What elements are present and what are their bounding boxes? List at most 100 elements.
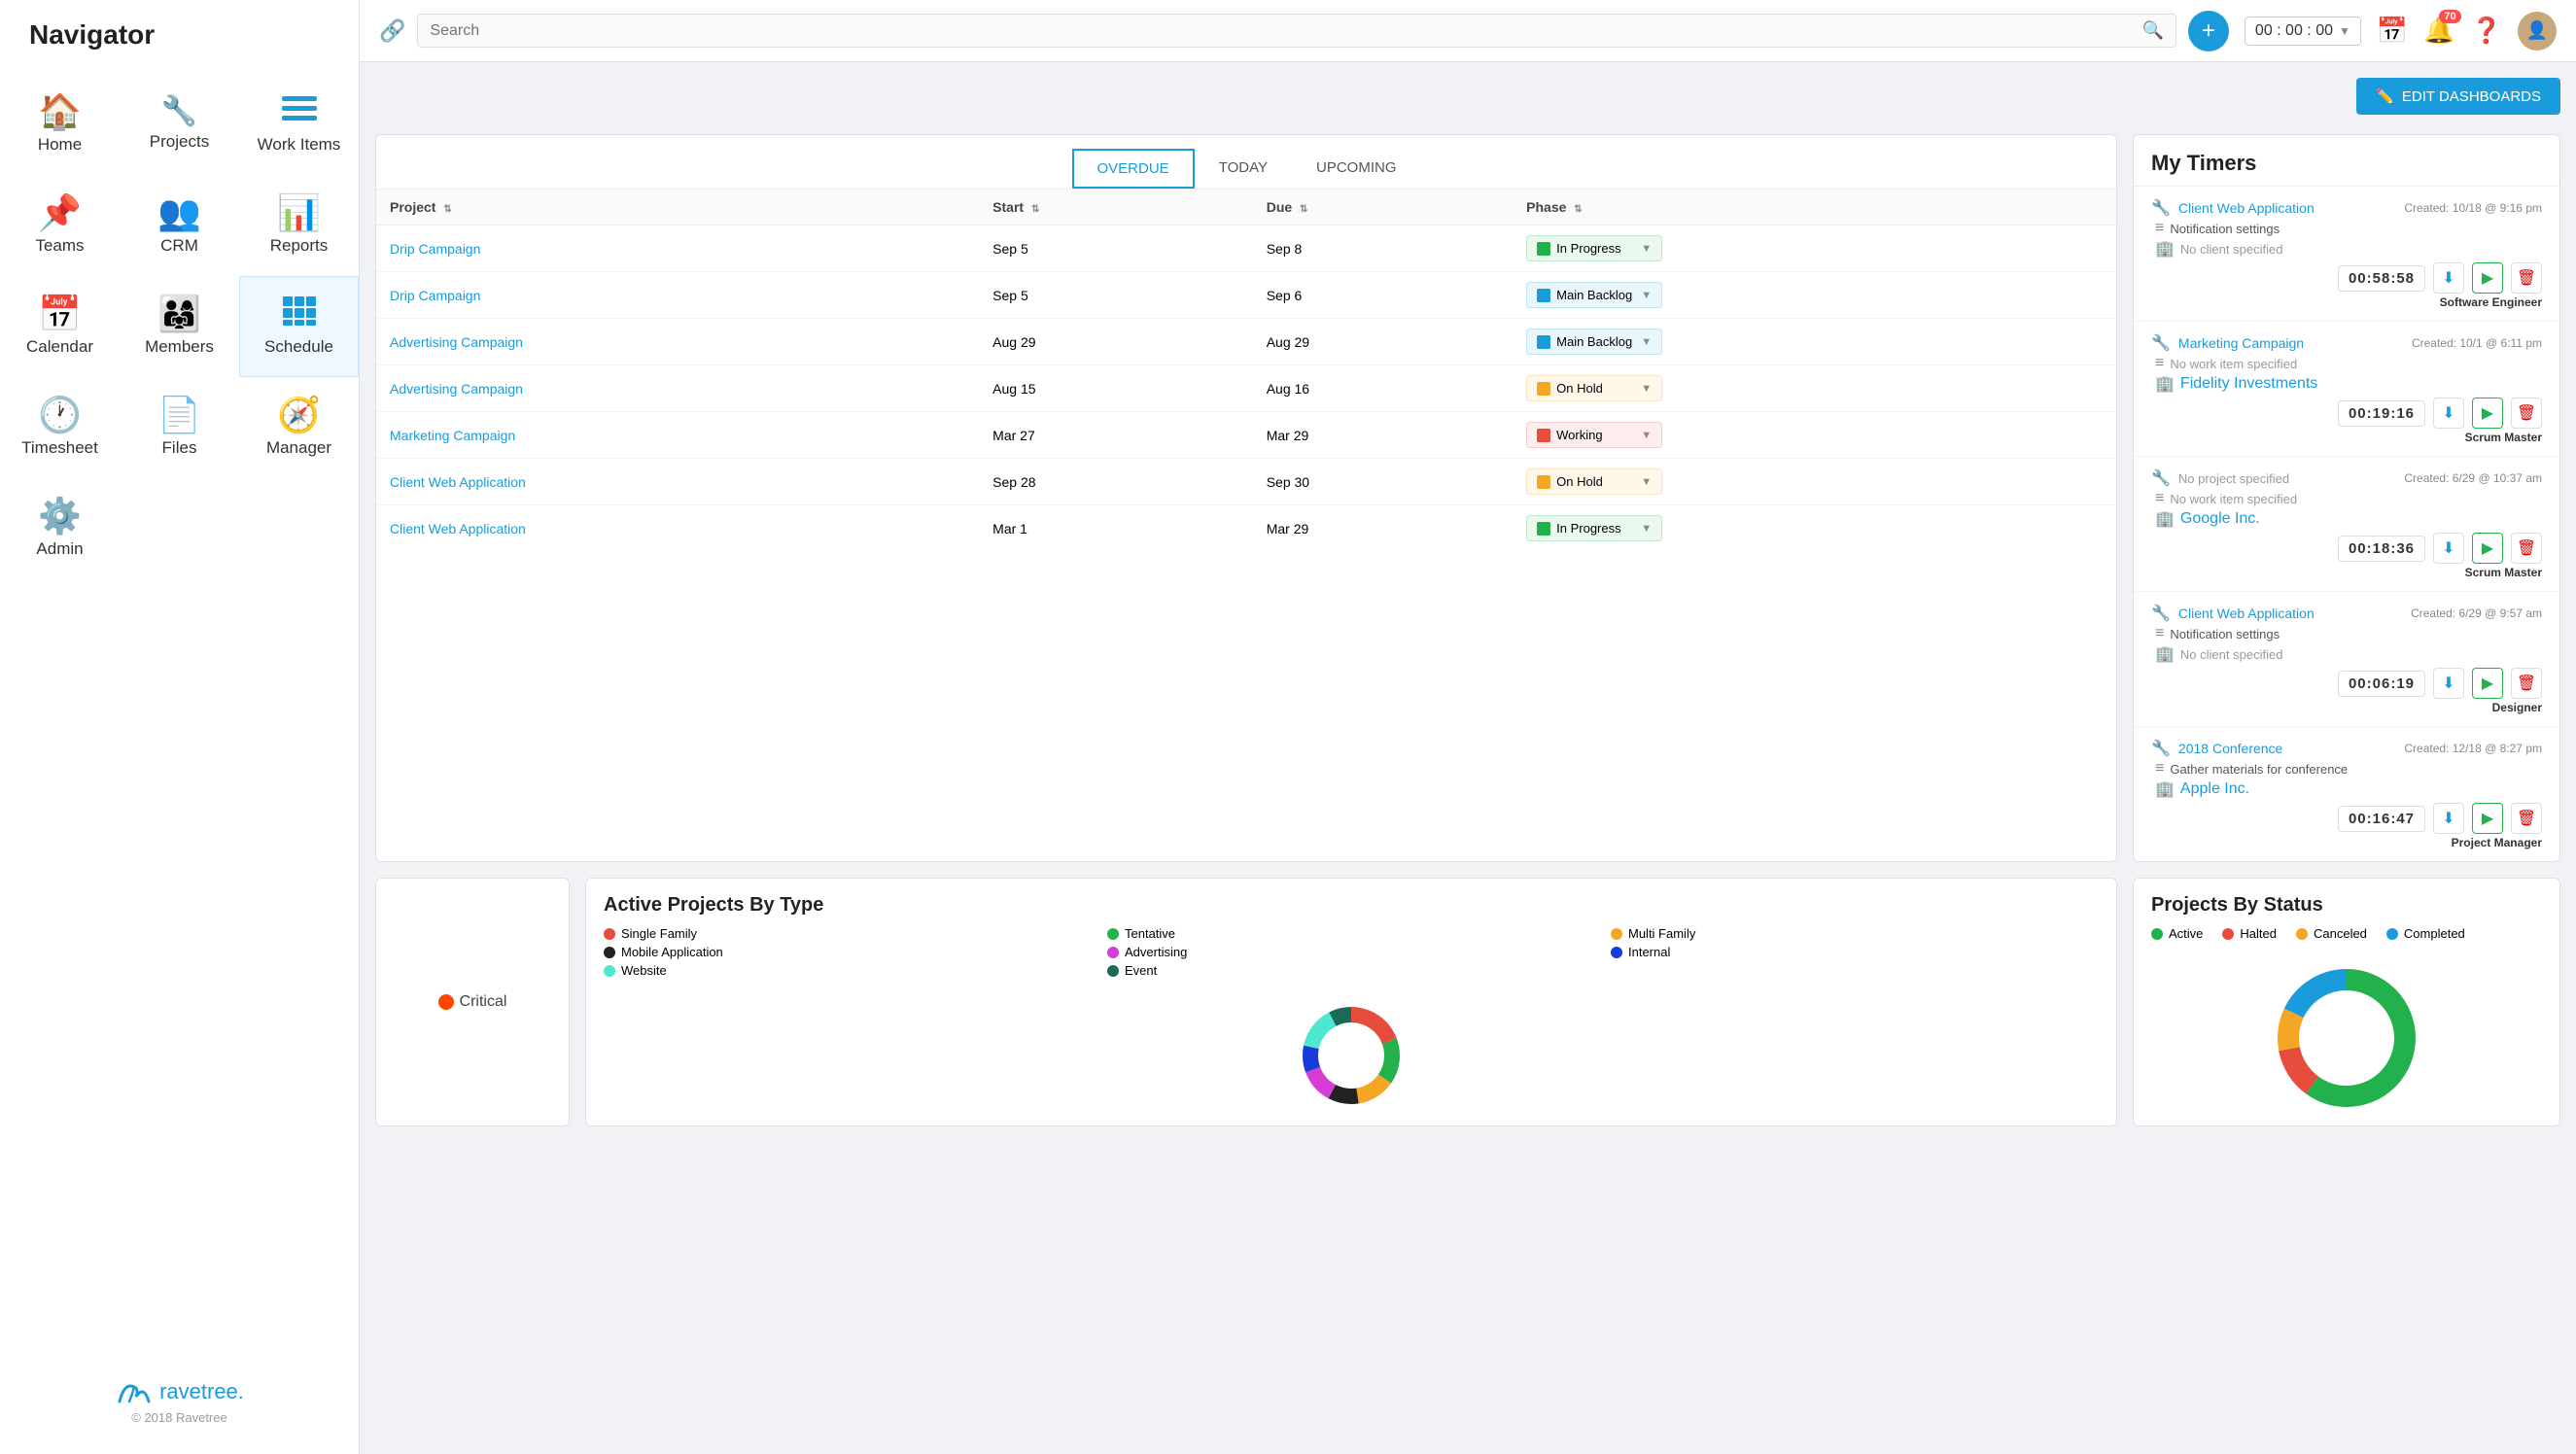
edit-dashboards-button[interactable]: ✏️ EDIT DASHBOARDS <box>2356 78 2560 115</box>
timer-play-button[interactable]: ▶ <box>2472 668 2503 699</box>
timer-created: Created: 12/18 @ 8:27 pm <box>2404 742 2542 755</box>
sidebar-item-files[interactable]: 📄 Files <box>120 377 239 478</box>
due-date: Sep 6 <box>1253 272 1513 319</box>
timer-download-button[interactable]: ⬇ <box>2433 533 2464 564</box>
timer-delete-button[interactable]: 🗑 <box>2511 262 2542 294</box>
project-link[interactable]: Client Web Application <box>390 474 526 490</box>
sidebar-item-calendar[interactable]: 📅 Calendar <box>0 276 120 377</box>
timer-project[interactable]: Marketing Campaign <box>2178 335 2304 351</box>
project-link[interactable]: Marketing Campaign <box>390 428 515 443</box>
timer-delete-button[interactable]: 🗑 <box>2511 533 2542 564</box>
timer-time: 00:18:36 <box>2338 536 2425 562</box>
phase-chevron-icon: ▼ <box>1641 383 1652 395</box>
notification-badge: 70 <box>2439 10 2460 23</box>
edit-icon: ✏️ <box>2376 87 2394 105</box>
building-icon: 🏢 <box>2155 779 2175 799</box>
phase-label: In Progress <box>1556 521 1635 536</box>
timers-list: 🔧 Client Web Application Created: 10/18 … <box>2134 187 2559 861</box>
timer-project[interactable]: 2018 Conference <box>2178 741 2282 756</box>
legend-label: Website <box>621 963 667 978</box>
timer-download-button[interactable]: ⬇ <box>2433 398 2464 429</box>
timer-delete-button[interactable]: 🗑 <box>2511 398 2542 429</box>
sidebar-item-home[interactable]: 🏠 Home <box>0 74 120 175</box>
search-bar: 🔍 <box>417 14 2176 48</box>
sidebar-item-timesheet[interactable]: 🕐 Timesheet <box>0 377 120 478</box>
legend-label: Tentative <box>1125 926 1175 941</box>
timer-delete-button[interactable]: 🗑 <box>2511 803 2542 834</box>
timer-download-button[interactable]: ⬇ <box>2433 803 2464 834</box>
tab-today[interactable]: TODAY <box>1195 149 1292 189</box>
phase-badge[interactable]: Main Backlog ▼ <box>1526 282 1662 308</box>
status-legend-item: Halted <box>2222 926 2277 941</box>
calendar-icon[interactable]: 📅 <box>2377 16 2408 46</box>
timer-client-link[interactable]: Apple Inc. <box>2180 780 2249 798</box>
sidebar-item-projects[interactable]: 🔧 Projects <box>120 74 239 175</box>
table-row: Marketing Campaign Mar 27 Mar 29 Working… <box>376 412 2116 459</box>
add-button[interactable]: + <box>2188 11 2229 52</box>
tab-overdue[interactable]: OVERDUE <box>1072 149 1195 189</box>
search-input[interactable] <box>430 22 2141 40</box>
help-icon[interactable]: ❓ <box>2471 16 2502 46</box>
sidebar-item-reports[interactable]: 📊 Reports <box>239 175 359 276</box>
timer-display[interactable]: 00 : 00 : 00 ▼ <box>2245 17 2361 46</box>
timer-item: 🔧 Marketing Campaign Created: 10/1 @ 6:1… <box>2134 322 2559 457</box>
crm-icon: 👥 <box>157 195 201 230</box>
phase-badge[interactable]: Main Backlog ▼ <box>1526 329 1662 355</box>
sidebar-item-manager[interactable]: 🧭 Manager <box>239 377 359 478</box>
legend-label: Advertising <box>1125 945 1187 959</box>
timer-item: 🔧 Client Web Application Created: 10/18 … <box>2134 187 2559 322</box>
tab-upcoming[interactable]: UPCOMING <box>1292 149 1421 189</box>
building-icon: 🏢 <box>2155 509 2175 529</box>
timer-play-button[interactable]: ▶ <box>2472 803 2503 834</box>
sidebar-item-admin[interactable]: ⚙️ Admin <box>0 478 120 579</box>
start-date: Mar 1 <box>979 505 1253 552</box>
timer-download-button[interactable]: ⬇ <box>2433 668 2464 699</box>
legend-label: Multi Family <box>1628 926 1695 941</box>
sidebar-item-label: Files <box>162 438 197 458</box>
phase-badge[interactable]: In Progress ▼ <box>1526 515 1662 541</box>
active-projects-legend: Single FamilyTentativeMulti FamilyMobile… <box>586 926 2116 987</box>
phase-badge[interactable]: On Hold ▼ <box>1526 468 1662 495</box>
legend-item: Mobile Application <box>604 945 1092 959</box>
timer-play-button[interactable]: ▶ <box>2472 398 2503 429</box>
project-link[interactable]: Advertising Campaign <box>390 334 523 350</box>
timer-client-link[interactable]: Google Inc. <box>2180 510 2260 528</box>
notification-icon[interactable]: 🔔 70 <box>2423 16 2454 46</box>
timer-play-button[interactable]: ▶ <box>2472 262 2503 294</box>
status-legend-item: Completed <box>2386 926 2465 941</box>
timer-time: 00:16:47 <box>2338 806 2425 832</box>
sidebar-item-crm[interactable]: 👥 CRM <box>120 175 239 276</box>
phase-badge[interactable]: Working ▼ <box>1526 422 1662 448</box>
link-icon[interactable]: 🔗 <box>379 18 405 44</box>
timer-item: 🔧 No project specified Created: 6/29 @ 1… <box>2134 457 2559 592</box>
wrench-icon: 🔧 <box>2151 468 2171 488</box>
timer-project[interactable]: Client Web Application <box>2178 606 2315 621</box>
sidebar-item-work-items[interactable]: Work Items <box>239 74 359 175</box>
timer-download-button[interactable]: ⬇ <box>2433 262 2464 294</box>
timer-project[interactable]: Client Web Application <box>2178 200 2315 216</box>
timer-client-link[interactable]: Fidelity Investments <box>2180 375 2317 393</box>
project-link[interactable]: Drip Campaign <box>390 241 480 257</box>
project-link[interactable]: Drip Campaign <box>390 288 480 303</box>
timer-created: Created: 10/1 @ 6:11 pm <box>2412 336 2542 350</box>
timer-play-button[interactable]: ▶ <box>2472 533 2503 564</box>
active-projects-chart <box>586 987 2116 1124</box>
phase-badge[interactable]: On Hold ▼ <box>1526 375 1662 401</box>
project-link[interactable]: Advertising Campaign <box>390 381 523 397</box>
phase-label: On Hold <box>1556 381 1635 396</box>
critical-dot <box>438 994 454 1010</box>
legend-dot <box>1107 928 1119 940</box>
list-icon: ≡ <box>2155 355 2164 372</box>
work-items-card: OVERDUE TODAY UPCOMING Project ⇅ Start <box>375 134 2117 862</box>
sidebar-item-teams[interactable]: 📌 Teams <box>0 175 120 276</box>
sidebar-item-label: Members <box>145 337 214 357</box>
user-avatar[interactable]: 👤 <box>2518 12 2557 51</box>
timer-work-item: Notification settings <box>2170 222 2280 236</box>
due-date: Sep 8 <box>1253 225 1513 272</box>
list-icon: ≡ <box>2155 625 2164 642</box>
sidebar-item-schedule[interactable]: Schedule <box>239 276 359 377</box>
project-link[interactable]: Client Web Application <box>390 521 526 537</box>
sidebar-item-members[interactable]: 👨‍👩‍👧 Members <box>120 276 239 377</box>
timer-delete-button[interactable]: 🗑 <box>2511 668 2542 699</box>
phase-badge[interactable]: In Progress ▼ <box>1526 235 1662 261</box>
